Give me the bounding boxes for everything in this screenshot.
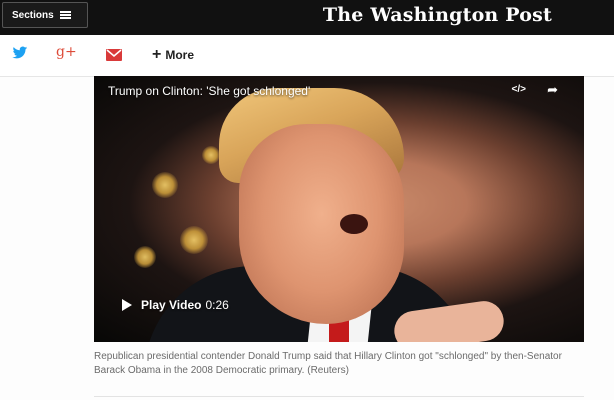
bokeh-light [202, 146, 220, 164]
bokeh-light [180, 226, 208, 254]
twitter-share-icon[interactable] [12, 46, 28, 65]
sections-menu-button[interactable]: Sections [2, 2, 88, 28]
plus-icon: + [152, 46, 162, 63]
video-player[interactable]: Trump on Clinton: 'She got schlonged' </… [94, 76, 584, 342]
video-caption: Republican presidential contender Donald… [94, 351, 562, 376]
divider [94, 396, 584, 397]
face-shape [239, 124, 404, 324]
bokeh-light [134, 246, 156, 268]
play-icon [122, 299, 132, 311]
email-share-icon[interactable] [106, 48, 122, 66]
video-duration: 0:26 [205, 298, 229, 312]
video-title: Trump on Clinton: 'She got schlonged' [108, 84, 311, 98]
play-label: Play Video [141, 298, 202, 312]
embed-code-icon[interactable]: </> [512, 84, 526, 95]
google-plus-share-icon[interactable]: g+ [56, 44, 77, 60]
top-navigation-bar: Sections The Washington Post [0, 0, 614, 35]
more-label: More [165, 48, 195, 62]
share-toolbar: g+ + More [0, 35, 614, 77]
more-share-button[interactable]: + More [152, 46, 195, 63]
twitter-bird-icon [12, 46, 28, 59]
hamburger-menu-icon [59, 11, 71, 19]
sections-label: Sections [12, 9, 54, 21]
mail-envelope-icon [106, 49, 122, 61]
play-video-button[interactable]: Play Video 0:26 [122, 298, 229, 312]
washington-post-logo[interactable]: The Washington Post [323, 4, 552, 26]
bokeh-light [152, 172, 178, 198]
mouth-shape [340, 214, 368, 234]
share-arrow-icon[interactable]: ➦ [547, 82, 558, 98]
